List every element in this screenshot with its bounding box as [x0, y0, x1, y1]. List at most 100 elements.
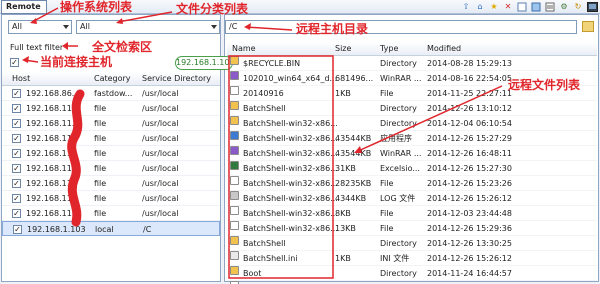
host-row[interactable]: ✓ 192.168.11. file/usr/local — [2, 131, 220, 146]
file-row[interactable]: BatchShell Directory 2014-12-26 13:30:25 — [227, 236, 597, 251]
host-checkbox[interactable]: ✓ — [12, 104, 21, 113]
chevron-down-icon — [63, 25, 69, 29]
file-modified: 2014-12-26 16:48:11 — [427, 149, 512, 158]
column-header-size[interactable]: Size — [335, 42, 351, 56]
annotation-category-list: 文件分类列表 — [176, 2, 249, 16]
file-type: WinRAR ... — [380, 74, 422, 83]
file-row[interactable]: BatchShell-win32-x86... 31KB Excelsio... 20… — [227, 161, 597, 176]
remote-path-input[interactable]: /C — [225, 20, 577, 34]
file-modified: 2014-12-26 13:10:12 — [427, 104, 512, 113]
folder-icon — [230, 101, 239, 110]
file-size: 8KB — [335, 209, 351, 218]
host-row[interactable]: ✓ 192.168.11. file/usr/local — [2, 161, 220, 176]
folder-icon — [230, 56, 239, 65]
file-row[interactable]: Boot Directory 2014-11-24 16:44:57 — [227, 266, 597, 281]
column-header-modified[interactable]: Modified — [427, 42, 461, 56]
file-row[interactable]: BatchShell.ini 1KB INI 文件 2014-12-26 15:26:… — [227, 251, 597, 266]
host-category: file — [94, 119, 107, 128]
host-checkbox[interactable]: ✓ — [12, 149, 21, 158]
file-icon — [230, 206, 239, 215]
select-all-checkbox[interactable]: ✓ — [10, 58, 19, 67]
host-checkbox[interactable]: ✓ — [12, 89, 21, 98]
file-size: 1KB — [335, 254, 351, 263]
host-address: 192.168.11. — [26, 119, 75, 128]
file-row[interactable]: BatchShell-win32-x86... 4344KB LOG 文件 2014-… — [227, 191, 597, 206]
host-row[interactable]: ✓ 192.168.11. file/usr/local — [2, 101, 220, 116]
host-checkbox[interactable]: ✓ — [12, 179, 21, 188]
host-category: file — [94, 149, 107, 158]
host-row[interactable]: ✓ 192.168.86. fastdow... /usr/local — [2, 86, 220, 101]
file-type: 应用程序 — [380, 134, 412, 143]
column-header-category[interactable]: Category — [94, 72, 131, 86]
host-service-directory: /usr/local — [142, 119, 179, 128]
file-size: 28235KB — [335, 179, 372, 188]
host-checkbox[interactable]: ✓ — [13, 225, 22, 234]
host-service-directory: /usr/local — [142, 164, 179, 173]
host-checkbox[interactable]: ✓ — [12, 164, 21, 173]
host-category: local — [95, 225, 114, 234]
file-row[interactable]: $RECYCLE.BIN Directory 2014-08-28 15:29:13 — [227, 56, 597, 71]
file-type: Excelsio... — [380, 164, 420, 173]
file-row[interactable]: BatchShell-win32-x86... 43544KB 应用程序 2014-1… — [227, 131, 597, 146]
file-size: 43544KB — [335, 149, 372, 158]
column-header-type[interactable]: Type — [380, 42, 398, 56]
file-type: INI 文件 — [380, 254, 410, 263]
host-checkbox[interactable]: ✓ — [12, 134, 21, 143]
file-name: BatchShell — [243, 104, 286, 113]
host-category: file — [94, 194, 107, 203]
file-row[interactable]: BatchShell-win32-x86... Directory 2014-12-… — [227, 116, 597, 131]
file-row[interactable]: BatchShell-win32-x86... 43544KB WinRAR ...… — [227, 146, 597, 161]
list-view-icon[interactable] — [516, 1, 528, 13]
file-name: BatchShell-win32-x86... — [243, 224, 338, 233]
file-row[interactable]: BatchShell Directory 2014-12-26 13:10:12 — [227, 101, 597, 116]
folder-browse-icon[interactable] — [582, 21, 594, 32]
host-row[interactable]: ✓ 192.168.1.103 local/C — [2, 221, 220, 236]
host-row[interactable]: ✓ 192.168.11. file/usr/local — [2, 146, 220, 161]
file-name: BatchShell-win32-x86... — [243, 164, 338, 173]
file-row[interactable]: BatchShell-win32-x86... 13KB File 2014-12-2… — [227, 221, 597, 236]
host-service-directory: /usr/local — [142, 209, 179, 218]
host-row[interactable]: ✓ 192.168.11. file/usr/local — [2, 116, 220, 131]
file-toolbar: ⇧ ⌂ ★ ✕ ⚙ ↻ — [460, 1, 598, 13]
file-row[interactable]: BatchShell-win32-x86... 28235KB File 2014-1… — [227, 176, 597, 191]
file-name: $RECYCLE.BIN — [243, 59, 301, 68]
file-icon — [230, 86, 239, 95]
host-checkbox[interactable]: ✓ — [12, 194, 21, 203]
folder-icon — [230, 266, 239, 275]
host-category: file — [94, 179, 107, 188]
file-name: BatchShell-win32-x86... — [243, 149, 338, 158]
host-checkbox[interactable]: ✓ — [12, 209, 21, 218]
file-table-header: Name Size Type Modified — [227, 42, 597, 56]
file-name: BatchShell — [243, 239, 286, 248]
host-row[interactable]: ✓ 192.168.11. file/usr/local — [2, 206, 220, 221]
column-header-host[interactable]: Host — [12, 72, 30, 86]
delete-icon[interactable]: ✕ — [502, 1, 514, 13]
host-row[interactable]: ✓ 192.168.11. file/usr/local — [2, 191, 220, 206]
up-icon[interactable]: ⇧ — [460, 1, 472, 13]
home-icon[interactable]: ⌂ — [474, 1, 486, 13]
host-service-directory: /C — [143, 225, 152, 234]
host-service-directory: /usr/local — [142, 149, 179, 158]
category-select[interactable]: All — [76, 20, 220, 34]
column-header-name[interactable]: Name — [232, 42, 256, 56]
detail-view-icon[interactable] — [544, 1, 556, 13]
host-category: file — [94, 104, 107, 113]
host-address: 192.168.86. — [26, 89, 75, 98]
settings-icon[interactable]: ⚙ — [558, 1, 570, 13]
file-modified: 2014-11-24 16:44:57 — [427, 269, 512, 278]
os-select[interactable]: All — [8, 20, 72, 34]
file-name: BatchShell-win32-x86... — [243, 209, 338, 218]
host-address: 192.168.11. — [26, 134, 75, 143]
remote-tab[interactable]: Remote — [1, 0, 47, 14]
file-modified: 2014-12-26 15:26:12 — [427, 194, 512, 203]
file-row[interactable]: BatchShell-win32-x86... 8KB File 2014-12-03… — [227, 206, 597, 221]
host-checkbox[interactable]: ✓ — [12, 119, 21, 128]
column-header-service-directory[interactable]: Service Directory — [142, 72, 211, 86]
full-text-filter-label[interactable]: Full text filter — [10, 43, 63, 52]
star-icon[interactable]: ★ — [488, 1, 500, 13]
file-icon — [230, 221, 239, 230]
grid-view-icon[interactable] — [530, 1, 542, 13]
host-row[interactable]: ✓ 192.168.11. file/usr/local — [2, 176, 220, 191]
terminal-icon[interactable] — [586, 1, 598, 13]
refresh-icon[interactable]: ↻ — [572, 1, 584, 13]
